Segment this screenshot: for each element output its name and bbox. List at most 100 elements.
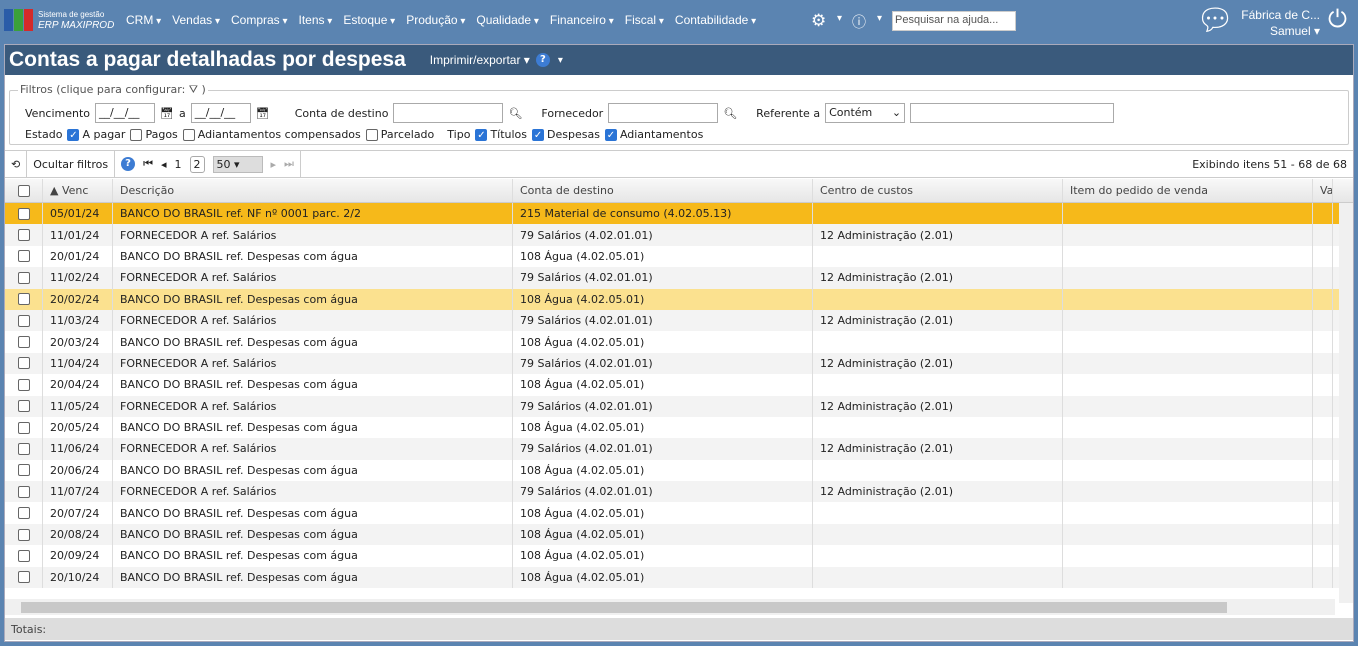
row-checkbox[interactable] <box>17 421 30 434</box>
row-checkbox[interactable] <box>17 464 30 477</box>
column-header[interactable]: ▲ Venc <box>43 179 113 202</box>
checkbox[interactable] <box>475 128 488 141</box>
table-row[interactable]: 20/01/24 BANCO DO BRASIL ref. Despesas co… <box>5 245 1353 268</box>
checkbox[interactable] <box>67 128 80 141</box>
row-checkbox[interactable] <box>17 357 30 370</box>
estado-2[interactable]: Adiantamentos compensados <box>182 128 361 141</box>
help-icon[interactable]: ? <box>535 53 550 67</box>
next-page-icon[interactable]: ▸ <box>271 158 277 171</box>
chevron-down-icon[interactable]: ▾ <box>837 13 842 24</box>
search-icon[interactable]: 🔍︎ <box>723 107 737 120</box>
row-checkbox[interactable] <box>17 271 30 284</box>
table-row[interactable]: 11/06/24 FORNECEDOR A ref. Salários 79 Sal… <box>5 438 1353 460</box>
gear-icon[interactable]: ⚙ <box>811 11 826 31</box>
menu-0[interactable]: CRM <box>126 13 161 27</box>
table-row[interactable]: 20/06/24 BANCO DO BRASIL ref. Despesas co… <box>5 459 1353 482</box>
menu-5[interactable]: Produção <box>406 13 465 27</box>
menu-3[interactable]: Itens <box>299 13 333 27</box>
fornecedor-input[interactable] <box>608 103 719 123</box>
table-row[interactable]: 20/03/24 BANCO DO BRASIL ref. Despesas co… <box>5 331 1353 353</box>
checkbox[interactable] <box>182 128 195 141</box>
help-icon[interactable]: ? <box>121 157 136 171</box>
user-menu[interactable]: Fábrica de C... Samuel ▾ <box>1240 7 1320 39</box>
tipo-1[interactable]: Despesas <box>532 128 600 141</box>
row-checkbox[interactable] <box>17 528 30 541</box>
row-checkbox[interactable] <box>17 400 30 413</box>
row-checkbox[interactable] <box>17 549 30 562</box>
row-checkbox[interactable] <box>17 571 30 584</box>
row-checkbox[interactable] <box>17 293 30 306</box>
horizontal-scrollbar[interactable] <box>5 599 1335 615</box>
vertical-scrollbar[interactable] <box>1339 203 1353 603</box>
table-row[interactable]: 11/02/24 FORNECEDOR A ref. Salários 79 Sal… <box>5 267 1353 289</box>
estado-0[interactable]: A pagar <box>67 128 125 141</box>
conta-input[interactable] <box>393 103 504 123</box>
menu-6[interactable]: Qualidade <box>476 13 539 27</box>
table-row[interactable]: 11/01/24 FORNECEDOR A ref. Salários 79 Sal… <box>5 224 1353 246</box>
table-row[interactable]: 11/07/24 FORNECEDOR A ref. Salários 79 Sal… <box>5 481 1353 503</box>
checkbox[interactable] <box>604 128 617 141</box>
table-row[interactable]: 20/08/24 BANCO DO BRASIL ref. Despesas co… <box>5 523 1353 546</box>
checkbox[interactable] <box>532 128 545 141</box>
table-row[interactable]: 20/09/24 BANCO DO BRASIL ref. Despesas co… <box>5 545 1353 567</box>
calendar-icon[interactable]: 📅︎ <box>160 107 174 120</box>
row-checkbox[interactable] <box>17 250 30 263</box>
row-checkbox[interactable] <box>17 314 30 327</box>
table-row[interactable]: 20/02/24 BANCO DO BRASIL ref. Despesas co… <box>5 288 1353 310</box>
referente-select[interactable]: Contém ⌄ <box>825 103 906 123</box>
estado-1[interactable]: Pagos <box>130 128 178 141</box>
menu-8[interactable]: Fiscal <box>625 13 664 27</box>
first-page-icon[interactable]: ⏮ <box>143 157 153 171</box>
column-header[interactable]: Item do pedido de venda <box>1063 179 1313 202</box>
row-checkbox[interactable] <box>17 336 30 349</box>
estado-3[interactable]: Parcelado <box>365 128 434 141</box>
chevron-down-icon[interactable]: ▾ <box>558 55 563 66</box>
select-all-checkbox[interactable] <box>17 184 30 197</box>
filters-legend[interactable]: Filtros (clique para configurar: ⛛ ) <box>18 83 208 97</box>
export-menu[interactable]: Imprimir/exportar ▾ <box>430 53 530 67</box>
column-header[interactable]: Conta de destino <box>513 179 813 202</box>
table-row[interactable]: 20/04/24 BANCO DO BRASIL ref. Despesas co… <box>5 374 1353 396</box>
checkbox[interactable] <box>130 128 143 141</box>
row-checkbox[interactable] <box>17 207 30 220</box>
table-row[interactable]: 20/05/24 BANCO DO BRASIL ref. Despesas co… <box>5 416 1353 439</box>
row-checkbox[interactable] <box>17 229 30 242</box>
table-row[interactable]: 11/03/24 FORNECEDOR A ref. Salários 79 Sal… <box>5 309 1353 332</box>
last-page-icon[interactable]: ⏭ <box>284 157 294 171</box>
menu-2[interactable]: Compras <box>231 13 288 27</box>
table-row[interactable]: 11/05/24 FORNECEDOR A ref. Salários 79 Sal… <box>5 395 1353 417</box>
hide-filters-button[interactable]: Ocultar filtros <box>27 150 116 178</box>
tipo-0[interactable]: Títulos <box>475 128 527 141</box>
table-row[interactable]: 05/01/24 BANCO DO BRASIL ref. NF nº 0001 … <box>5 203 1353 225</box>
row-checkbox[interactable] <box>17 442 30 455</box>
row-checkbox[interactable] <box>17 378 30 391</box>
column-header[interactable]: Va <box>1313 179 1333 202</box>
table-row[interactable]: 20/10/24 BANCO DO BRASIL ref. Despesas co… <box>5 566 1353 589</box>
referente-input[interactable] <box>910 103 1115 123</box>
column-header[interactable]: Descrição <box>113 179 513 202</box>
page-size-select[interactable]: 50 ▾ <box>212 155 263 173</box>
row-checkbox[interactable] <box>17 507 30 520</box>
menu-4[interactable]: Estoque <box>343 13 395 27</box>
page-1[interactable]: 1 <box>175 158 182 171</box>
chevron-down-icon[interactable]: ▾ <box>877 13 882 24</box>
calendar-icon[interactable]: 📅︎ <box>256 107 270 120</box>
menu-7[interactable]: Financeiro <box>550 13 614 27</box>
search-icon[interactable]: 🔍︎ <box>508 107 522 120</box>
prev-page-icon[interactable]: ◂ <box>161 158 167 171</box>
table-row[interactable]: 20/07/24 BANCO DO BRASIL ref. Despesas co… <box>5 502 1353 524</box>
help-search-input[interactable]: Pesquisar na ajuda... <box>892 11 1016 31</box>
column-header[interactable]: Centro de custos <box>813 179 1063 202</box>
table-row[interactable]: 11/04/24 FORNECEDOR A ref. Salários 79 Sal… <box>5 352 1353 375</box>
menu-9[interactable]: Contabilidade <box>675 13 756 27</box>
menu-1[interactable]: Vendas <box>172 13 220 27</box>
refresh-icon[interactable]: ⟲ <box>5 150 28 178</box>
page-2[interactable]: 2 <box>189 155 205 173</box>
row-checkbox[interactable] <box>17 485 30 498</box>
tipo-2[interactable]: Adiantamentos <box>604 128 703 141</box>
chat-icon[interactable]: 💬︎ <box>1196 3 1234 38</box>
power-icon[interactable]: ⏻ <box>1328 5 1347 33</box>
help-icon[interactable]: ⓘ <box>852 12 866 32</box>
date-from-input[interactable]: __/__/__ <box>95 103 156 123</box>
checkbox[interactable] <box>365 128 378 141</box>
